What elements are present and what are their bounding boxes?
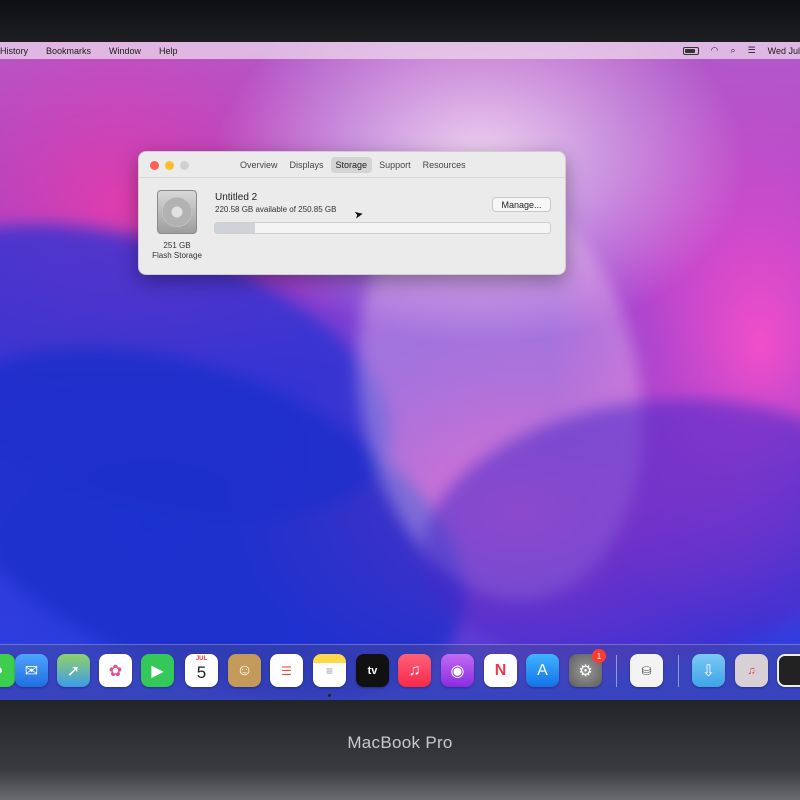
dock-podcasts-icon[interactable]: ◉ xyxy=(441,654,474,687)
dock-facetime-icon[interactable]: ▶ xyxy=(141,654,174,687)
dock-downloads-folder-icon[interactable]: ⇩ xyxy=(692,654,725,687)
window-tabs: Overview Displays Storage Support Resour… xyxy=(235,157,471,173)
dock-disk-utility-icon[interactable]: ⛁ xyxy=(630,654,663,687)
dock-news-icon[interactable]: N xyxy=(484,654,517,687)
battery-icon[interactable] xyxy=(682,46,699,55)
laptop-bezel-bottom: MacBook Pro xyxy=(0,700,800,800)
dock-apple-tv-icon[interactable]: tv xyxy=(356,654,389,687)
tab-storage[interactable]: Storage xyxy=(330,157,373,173)
dock-notes-icon[interactable]: ≡ xyxy=(313,654,346,687)
running-indicator xyxy=(328,694,331,697)
dock-separator xyxy=(678,655,679,687)
apple-tv-label: tv xyxy=(367,664,378,677)
dock-messages-icon[interactable]: ● xyxy=(0,654,15,687)
menu-history[interactable]: History xyxy=(0,46,37,56)
drive-type-label: Flash Storage xyxy=(152,251,202,260)
menu-help[interactable]: Help xyxy=(150,46,187,56)
drive-size-label: 251 GB xyxy=(163,241,191,250)
wifi-icon[interactable]: ◠ xyxy=(711,45,719,56)
dock-contacts-icon[interactable]: ☺ xyxy=(228,654,261,687)
menu-window[interactable]: Window xyxy=(100,46,150,56)
storage-usage-fill xyxy=(215,223,256,233)
desktop[interactable]: History Bookmarks Window Help ◠ ⌕ ☰ Wed … xyxy=(0,42,800,700)
dock-mail-icon[interactable]: ✉ xyxy=(15,654,48,687)
minimize-button[interactable] xyxy=(165,161,174,170)
tab-support[interactable]: Support xyxy=(374,157,416,173)
laptop-bezel-top xyxy=(0,0,800,42)
menu-bar: History Bookmarks Window Help ◠ ⌕ ☰ Wed … xyxy=(0,42,800,59)
dock-app-store-icon[interactable]: A xyxy=(526,654,559,687)
dock-recent-item-icon[interactable]: ♫ xyxy=(735,654,768,687)
laptop-brand-label: MacBook Pro xyxy=(347,733,453,752)
dock-trash-icon[interactable] xyxy=(777,654,800,687)
tab-displays[interactable]: Displays xyxy=(285,157,329,173)
dock-system-preferences-icon[interactable]: ⚙ 1 xyxy=(569,649,606,687)
about-this-mac-window: Overview Displays Storage Support Resour… xyxy=(138,151,566,275)
volume-availability: 220.58 GB available of 250.85 GB xyxy=(215,205,337,214)
dock-reminders-icon[interactable]: ☰ xyxy=(270,654,303,687)
dock-music-icon[interactable]: ♫ xyxy=(398,654,431,687)
close-button[interactable] xyxy=(150,161,159,170)
zoom-button[interactable] xyxy=(180,161,189,170)
calendar-month: JUL xyxy=(195,656,208,662)
hard-drive-icon xyxy=(157,190,197,234)
tab-overview[interactable]: Overview xyxy=(235,157,283,173)
dock-photos-icon[interactable]: ✿ xyxy=(99,654,132,687)
dock-separator xyxy=(616,655,617,687)
control-center-icon[interactable]: ☰ xyxy=(748,45,756,56)
calendar-day: 5 xyxy=(196,663,207,682)
menu-bookmarks[interactable]: Bookmarks xyxy=(37,46,100,56)
status-menus: ◠ ⌕ ☰ Wed Jul xyxy=(682,45,800,56)
dock-maps-icon[interactable]: ➚ xyxy=(57,654,90,687)
manage-button[interactable]: Manage... xyxy=(492,197,551,212)
menu-clock[interactable]: Wed Jul xyxy=(768,46,800,56)
window-divider xyxy=(139,177,565,178)
volume-name: Untitled 2 xyxy=(215,192,258,203)
window-controls xyxy=(150,161,189,170)
dock-calendar-icon[interactable]: JUL 5 xyxy=(185,654,218,687)
tab-resources[interactable]: Resources xyxy=(418,157,471,173)
notification-badge: 1 xyxy=(592,649,606,663)
drive-capacity: 251 GB Flash Storage xyxy=(147,241,207,261)
search-icon[interactable]: ⌕ xyxy=(731,45,736,56)
storage-usage-bar xyxy=(214,222,551,234)
dock: ● ✉ ➚ ✿ ▶ JUL 5 ☺ ☰ ≡ tv ♫ ◉ N A ⚙ 1 ⛁ ⇩… xyxy=(0,644,800,700)
